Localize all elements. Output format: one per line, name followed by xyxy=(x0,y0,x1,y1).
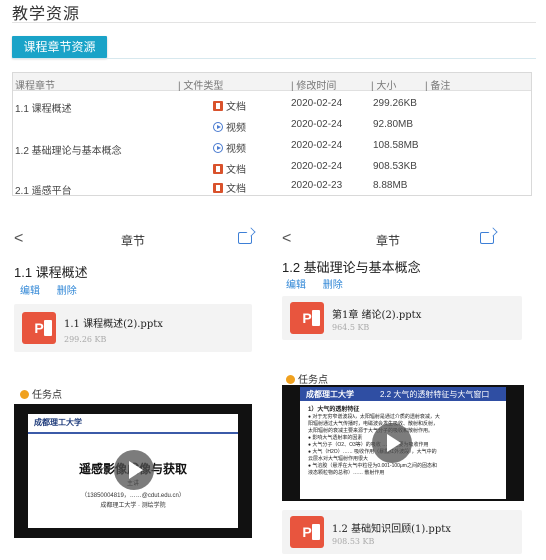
video-icon xyxy=(213,143,223,153)
column-header-date[interactable]: | 修改时间 xyxy=(291,77,336,92)
cell-size: 299.26KB xyxy=(373,98,417,109)
slide-line: 液态颗粒物的总称）…… 散射作用 xyxy=(308,470,385,476)
table-header: 课程章节 | 文件类型 | 修改时间 | 大小 | 备注 xyxy=(13,73,531,92)
tab-course-chapter-resources[interactable]: 课程章节资源 xyxy=(12,36,107,58)
task-dot-icon xyxy=(20,390,29,399)
cell-date: 2020-02-24 xyxy=(291,119,343,130)
column-header-notes[interactable]: | 备注 xyxy=(425,77,450,92)
file-name: 1.2 基础知识回顾(1).pptx xyxy=(332,524,451,535)
video-player[interactable]: 成都理工大学 遥感影像成像与获取 主讲 （13850004819，……@cdut… xyxy=(14,404,252,538)
play-button-icon[interactable] xyxy=(372,423,412,463)
cell-type[interactable]: 文档 xyxy=(213,161,246,176)
header-title: 章节 xyxy=(120,234,145,248)
video-banner: 成都理工大学 xyxy=(28,414,238,434)
ppt-file-icon: P xyxy=(290,516,324,548)
file-card[interactable]: P 1.2 基础知识回顾(1).pptx 908.53 KB xyxy=(282,510,522,554)
cell-date: 2020-02-23 xyxy=(291,180,343,191)
cell-type[interactable]: 文档 xyxy=(213,98,246,113)
cell-size: 108.58MB xyxy=(373,140,419,151)
share-icon[interactable] xyxy=(238,232,252,244)
table-row[interactable]: 视频 2020-02-24 92.80MB xyxy=(13,114,531,135)
task-point-label: 任务点 xyxy=(32,390,62,401)
column-header-type[interactable]: | 文件类型 xyxy=(178,77,223,92)
video-icon xyxy=(213,122,223,132)
chapter-title: 1.1 课程概述 xyxy=(14,265,88,280)
slide-line: ● 对于无穷窄谱波段λ，太阳辐射是通过介质的透射衰减，大 xyxy=(308,414,440,420)
chapter-title: 1.2 基础理论与基本概念 xyxy=(282,260,421,275)
edit-link[interactable]: 编辑 xyxy=(286,280,306,291)
resource-table: 课程章节 | 文件类型 | 修改时间 | 大小 | 备注 1.1 课程概述 文档… xyxy=(12,72,532,197)
cell-type-label: 视频 xyxy=(226,123,246,134)
video-player[interactable]: 成都理工大学 2.2 大气的透射特征与大气窗口 1）大气的透射特征 ● 对于无穷… xyxy=(282,385,524,501)
chapter-actions: 编辑 删除 xyxy=(286,276,357,291)
cell-date: 2020-02-24 xyxy=(291,98,343,109)
cell-type-label: 文档 xyxy=(226,184,246,195)
file-size: 964.5 KB xyxy=(332,323,370,332)
document-icon xyxy=(213,164,223,174)
table-row[interactable]: 1.2 基础理论与基本概念 视频 2020-02-24 108.58MB xyxy=(13,135,531,157)
play-button-icon[interactable] xyxy=(114,450,154,490)
cell-chapter[interactable]: 1.1 课程概述 xyxy=(15,100,72,115)
cell-type-label: 视频 xyxy=(226,144,246,155)
column-header-size[interactable]: | 大小 xyxy=(371,77,396,92)
file-name: 第1章 绪论(2).pptx xyxy=(332,310,422,321)
file-size: 908.53 KB xyxy=(332,537,375,546)
title-divider xyxy=(12,22,536,23)
task-point: 任务点 xyxy=(286,371,328,386)
table-row[interactable]: 文档 2020-02-24 908.53KB xyxy=(13,156,531,177)
mobile-header: < 章节 xyxy=(282,228,494,254)
cell-chapter[interactable]: 2.1 遥感平台 xyxy=(15,182,72,197)
slide-contact: （13850004819，……@cdut.edu.cn） xyxy=(81,493,185,499)
delete-link[interactable]: 删除 xyxy=(323,280,343,291)
table-row[interactable]: 1.1 课程概述 文档 2020-02-24 299.26KB xyxy=(13,93,531,115)
chapter-actions: 编辑 删除 xyxy=(20,282,91,297)
page-title: 教学资源 xyxy=(12,6,81,23)
task-dot-icon xyxy=(286,375,295,384)
school-logo: 成都理工大学 xyxy=(306,390,354,399)
slide-bullet-title: 1）大气的透射特征 xyxy=(308,407,360,413)
tab-divider xyxy=(12,58,536,59)
column-header-chapter[interactable]: 课程章节 xyxy=(15,77,55,92)
document-icon xyxy=(213,101,223,111)
file-card[interactable]: P 第1章 绪论(2).pptx 964.5 KB xyxy=(282,296,522,340)
cell-type-label: 文档 xyxy=(226,102,246,113)
school-logo: 成都理工大学 xyxy=(34,418,82,427)
slide-heading: 2.2 大气的透射特征与大气窗口 xyxy=(380,390,490,399)
video-banner: 成都理工大学 2.2 大气的透射特征与大气窗口 xyxy=(300,387,506,401)
file-size: 299.26 KB xyxy=(64,335,107,344)
file-card[interactable]: P 1.1 课程概述(2).pptx 299.26 KB xyxy=(14,304,252,352)
ppt-file-icon: P xyxy=(22,312,56,344)
slide-line: ● 气溶胶（悬浮在大气中粒径为0.001-100μm之间的固态和 xyxy=(308,463,437,469)
cell-type[interactable]: 视频 xyxy=(213,140,246,155)
cell-chapter[interactable]: 1.2 基础理论与基本概念 xyxy=(15,142,122,157)
task-point: 任务点 xyxy=(20,386,62,401)
document-icon xyxy=(213,183,223,193)
ppt-file-icon: P xyxy=(290,302,324,334)
cell-date: 2020-02-24 xyxy=(291,140,343,151)
edit-link[interactable]: 编辑 xyxy=(20,286,40,297)
header-title: 章节 xyxy=(375,234,400,248)
cell-size: 8.88MB xyxy=(373,180,408,191)
cell-size: 92.80MB xyxy=(373,119,414,130)
file-name: 1.1 课程概述(2).pptx xyxy=(64,319,163,330)
share-icon[interactable] xyxy=(480,232,494,244)
cell-date: 2020-02-24 xyxy=(291,161,343,172)
cell-size: 908.53KB xyxy=(373,161,417,172)
delete-link[interactable]: 删除 xyxy=(57,286,77,297)
table-row[interactable]: 2.1 遥感平台 文档 2020-02-23 8.88MB xyxy=(13,175,531,197)
slide-org: 成都理工大学 · 测绘学院 xyxy=(100,503,166,509)
cell-type[interactable]: 视频 xyxy=(213,119,246,134)
cell-type[interactable]: 文档 xyxy=(213,180,246,195)
mobile-header: < 章节 xyxy=(14,228,252,254)
